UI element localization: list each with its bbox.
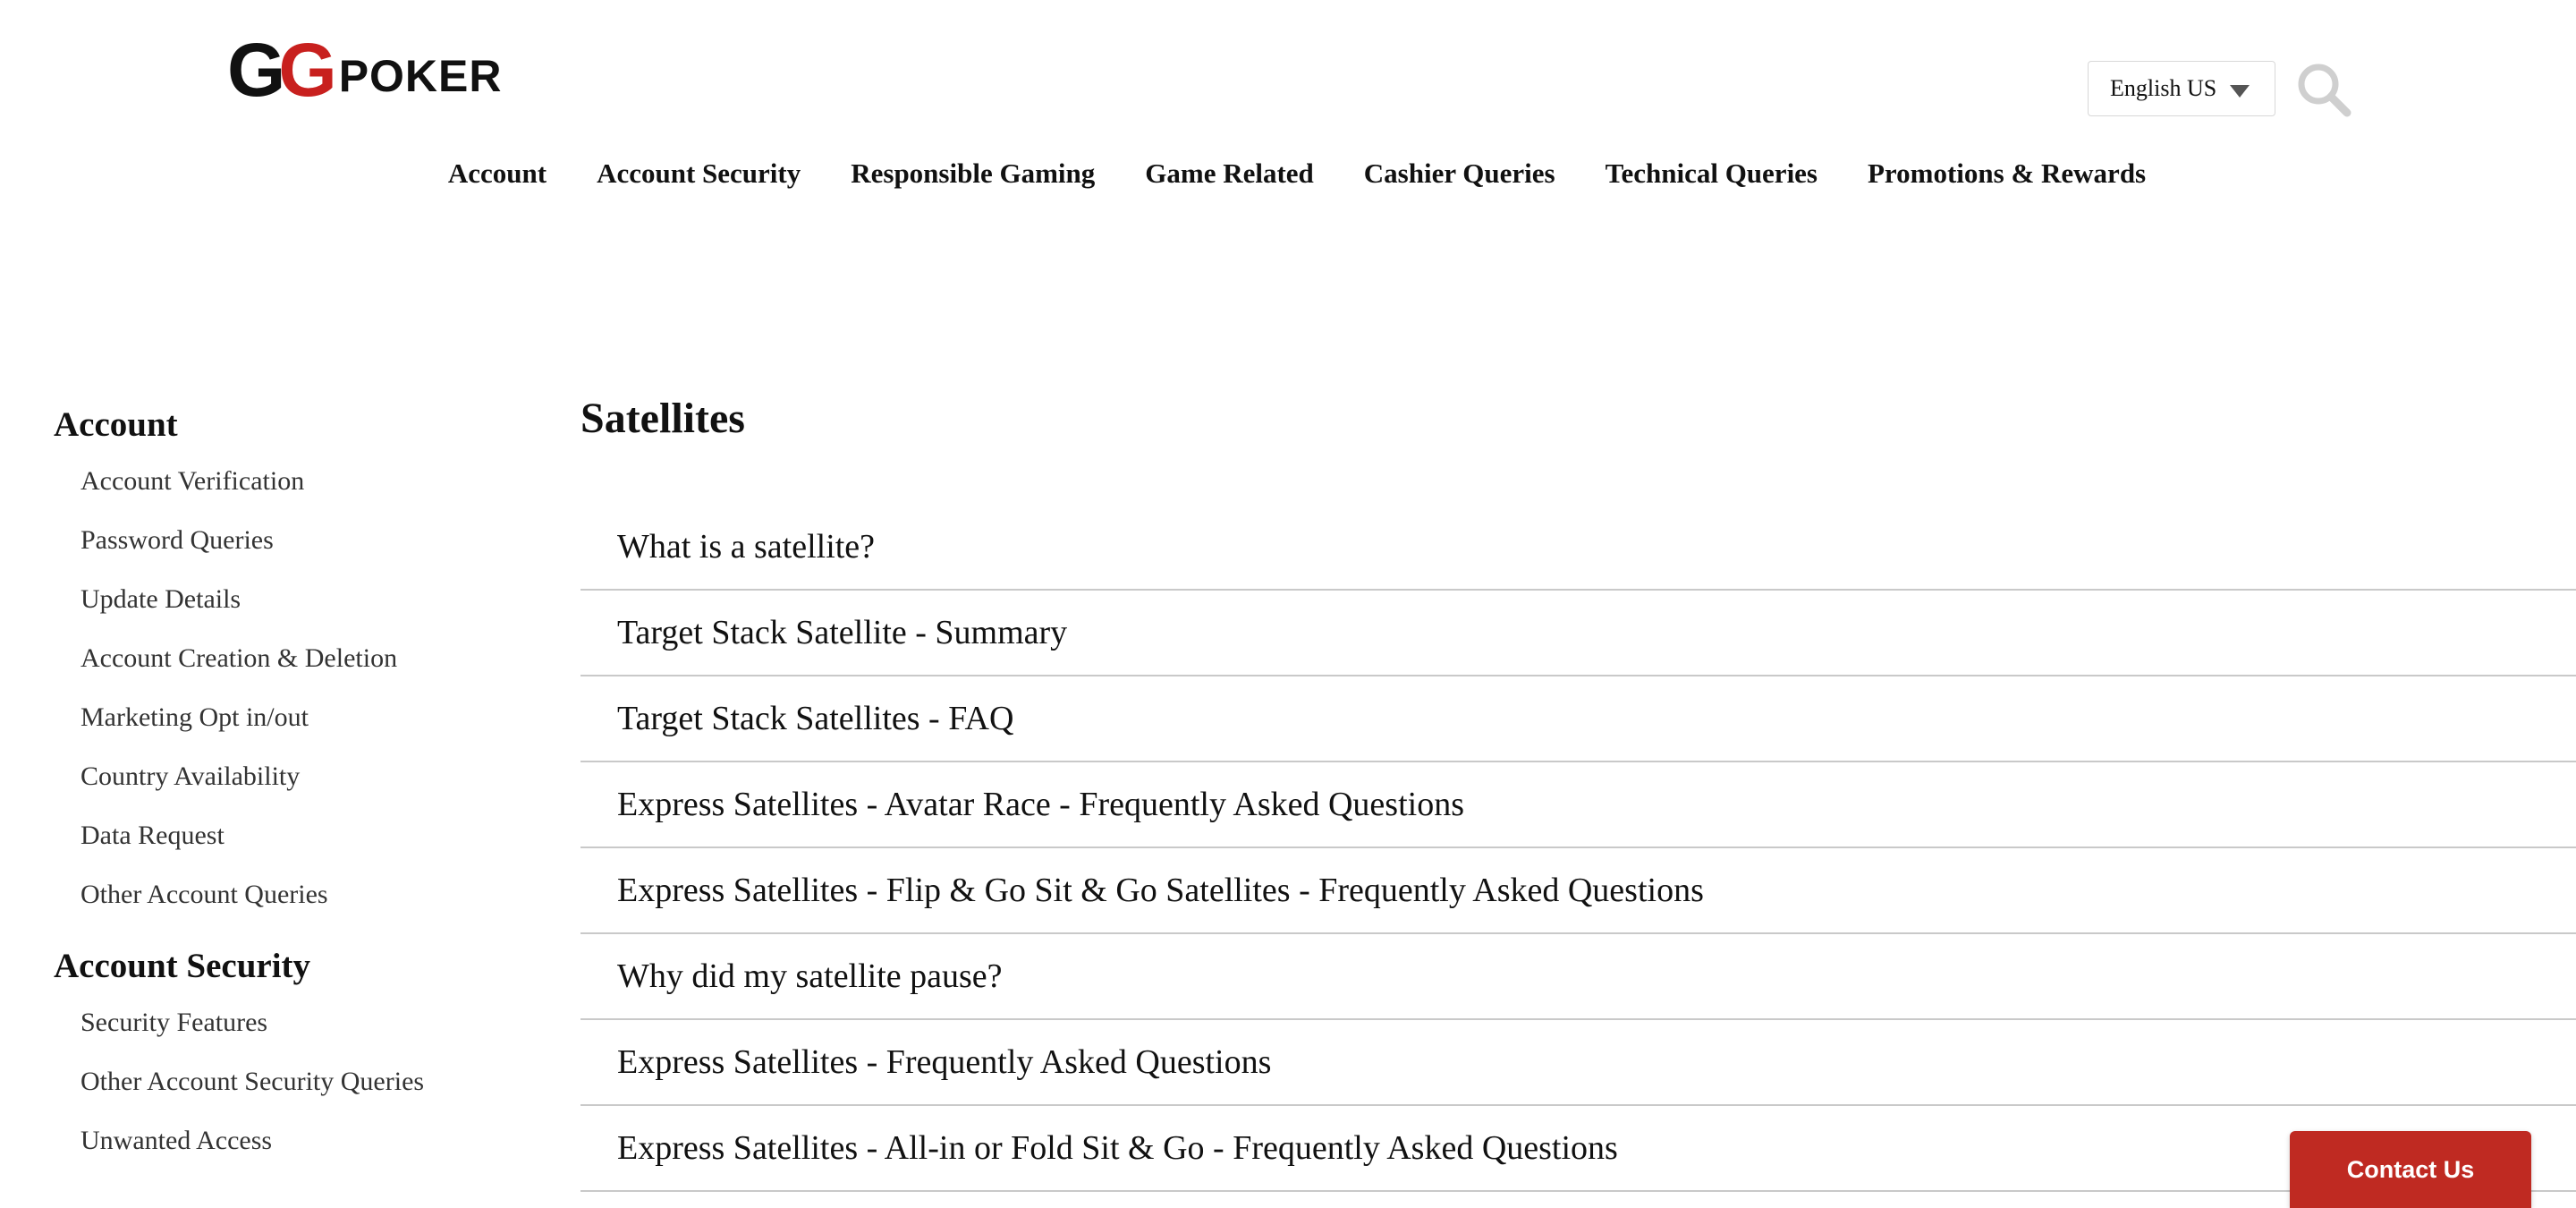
sidebar-list-account: Account Verification Password Queries Up…	[54, 464, 519, 937]
topnav-account-security[interactable]: Account Security	[597, 157, 801, 190]
contact-us-button[interactable]: Contact Us	[2290, 1131, 2531, 1208]
sidebar-item-security-features[interactable]: Security Features	[80, 1006, 519, 1065]
article-link[interactable]: Express Satellites - Flip & Go Sit & Go …	[580, 848, 2576, 934]
sidebar-item-account-creation-deletion[interactable]: Account Creation & Deletion	[80, 642, 519, 701]
topnav-cashier-queries[interactable]: Cashier Queries	[1364, 157, 1555, 190]
article-link[interactable]: Express Satellites - All-in or Fold Sit …	[580, 1106, 2576, 1192]
article-link[interactable]: Target Stack Satellite - Summary	[580, 591, 2576, 676]
article-link[interactable]: Express Satellites - Frequently Asked Qu…	[580, 1020, 2576, 1106]
ggpoker-logo[interactable]: GG POKER	[227, 28, 503, 112]
sidebar-heading-account-security[interactable]: Account Security	[54, 946, 519, 988]
sidebar-item-marketing-opt[interactable]: Marketing Opt in/out	[80, 701, 519, 760]
topnav-responsible-gaming[interactable]: Responsible Gaming	[851, 157, 1095, 190]
topnav-promotions-rewards[interactable]: Promotions & Rewards	[1868, 157, 2146, 190]
sidebar-item-other-security-queries[interactable]: Other Account Security Queries	[80, 1065, 519, 1124]
logo-poker: POKER	[338, 51, 503, 101]
chevron-down-icon	[2230, 85, 2250, 98]
sidebar-heading-account[interactable]: Account	[54, 404, 519, 447]
sidebar: Account Account Verification Password Qu…	[54, 404, 519, 1183]
article-link[interactable]: Why did my satellite pause?	[580, 934, 2576, 1020]
sidebar-item-country-availability[interactable]: Country Availability	[80, 760, 519, 819]
sidebar-list-account-security: Security Features Other Account Security…	[54, 1006, 519, 1183]
topnav-technical-queries[interactable]: Technical Queries	[1606, 157, 1818, 190]
sidebar-item-unwanted-access[interactable]: Unwanted Access	[80, 1124, 519, 1183]
article-link[interactable]: Target Stack Satellites - FAQ	[580, 676, 2576, 762]
page-title: Satellites	[580, 395, 745, 442]
sidebar-item-password-queries[interactable]: Password Queries	[80, 523, 519, 583]
sidebar-item-update-details[interactable]: Update Details	[80, 583, 519, 642]
language-select-value: English US	[2110, 75, 2217, 101]
topnav-account[interactable]: Account	[448, 157, 547, 190]
sidebar-item-other-account-queries[interactable]: Other Account Queries	[80, 878, 519, 937]
topnav-game-related[interactable]: Game Related	[1145, 157, 1314, 190]
article-link[interactable]: Express Satellites - Avatar Race - Frequ…	[580, 762, 2576, 848]
article-link[interactable]: What is a satellite?	[580, 505, 2576, 591]
sidebar-item-account-verification[interactable]: Account Verification	[80, 464, 519, 523]
search-icon[interactable]	[2295, 61, 2352, 118]
language-select[interactable]: English US	[2088, 61, 2275, 116]
logo-gg: GG	[227, 28, 337, 112]
article-list: What is a satellite? Target Stack Satell…	[580, 505, 2576, 1192]
top-nav: Account Account Security Responsible Gam…	[0, 157, 2576, 190]
sidebar-item-data-request[interactable]: Data Request	[80, 819, 519, 878]
